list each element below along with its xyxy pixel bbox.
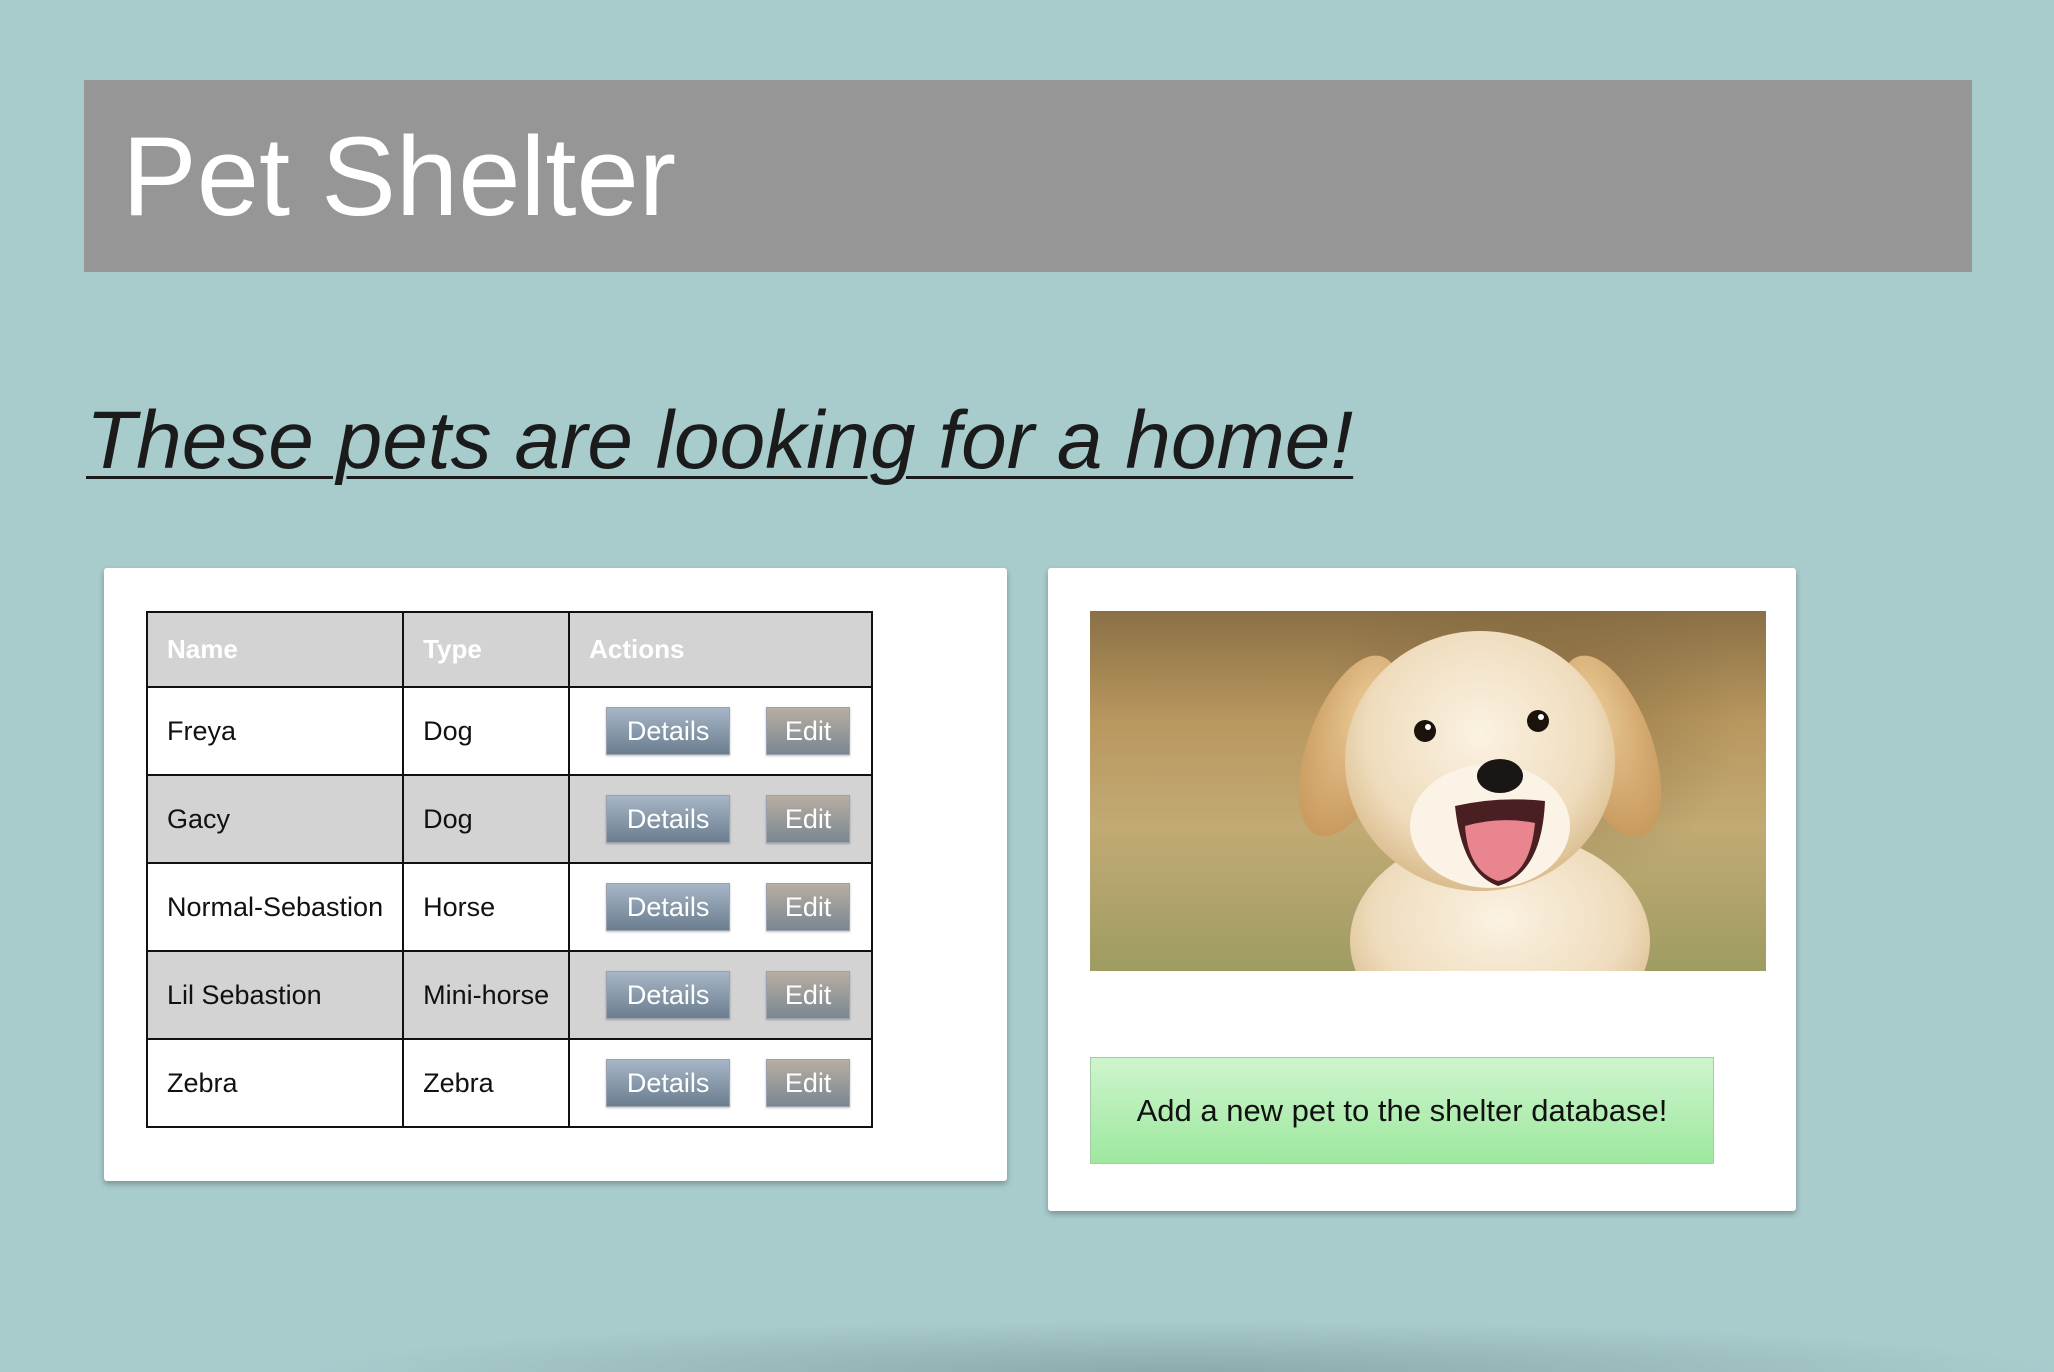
pet-type-cell: Mini-horse bbox=[402, 950, 571, 1040]
pets-table-card: Name Type Actions Freya Dog Details Edit … bbox=[104, 568, 1007, 1181]
details-button[interactable]: Details bbox=[606, 1059, 731, 1107]
table-row: Normal-Sebastion Horse Details Edit bbox=[145, 862, 874, 952]
pet-name-cell: Zebra bbox=[145, 1038, 405, 1128]
edit-button[interactable]: Edit bbox=[766, 971, 851, 1019]
bottom-shadow bbox=[300, 1320, 2054, 1372]
page-title: Pet Shelter bbox=[122, 114, 677, 239]
pet-type-cell: Horse bbox=[402, 862, 571, 952]
column-header-type: Type bbox=[402, 611, 571, 688]
edit-button[interactable]: Edit bbox=[766, 795, 851, 843]
edit-button[interactable]: Edit bbox=[766, 883, 851, 931]
pet-type-cell: Dog bbox=[402, 774, 571, 864]
actions-cell: Details Edit bbox=[568, 686, 874, 776]
pet-name-cell: Freya bbox=[145, 686, 405, 776]
puppy-photo bbox=[1090, 611, 1766, 971]
details-button[interactable]: Details bbox=[606, 971, 731, 1019]
actions-cell: Details Edit bbox=[568, 862, 874, 952]
column-header-actions: Actions bbox=[568, 611, 874, 688]
tagline-heading: These pets are looking for a home! bbox=[86, 395, 1354, 486]
details-button[interactable]: Details bbox=[606, 707, 731, 755]
pet-name-cell: Normal-Sebastion bbox=[145, 862, 405, 952]
featured-pet-card: Add a new pet to the shelter database! bbox=[1048, 568, 1796, 1211]
details-button[interactable]: Details bbox=[606, 795, 731, 843]
add-pet-button[interactable]: Add a new pet to the shelter database! bbox=[1090, 1057, 1714, 1164]
table-header-row: Name Type Actions bbox=[145, 611, 874, 688]
table-row: Lil Sebastion Mini-horse Details Edit bbox=[145, 950, 874, 1040]
details-button[interactable]: Details bbox=[606, 883, 731, 931]
pet-name-cell: Lil Sebastion bbox=[145, 950, 405, 1040]
actions-cell: Details Edit bbox=[568, 950, 874, 1040]
edit-button[interactable]: Edit bbox=[766, 707, 851, 755]
pet-name-cell: Gacy bbox=[145, 774, 405, 864]
actions-cell: Details Edit bbox=[568, 1038, 874, 1128]
column-header-name: Name bbox=[145, 611, 405, 688]
table-row: Zebra Zebra Details Edit bbox=[145, 1038, 874, 1128]
puppy-illustration bbox=[1298, 631, 1662, 971]
pet-type-cell: Dog bbox=[402, 686, 571, 776]
table-row: Gacy Dog Details Edit bbox=[145, 774, 874, 864]
pet-type-cell: Zebra bbox=[402, 1038, 571, 1128]
edit-button[interactable]: Edit bbox=[766, 1059, 851, 1107]
table-row: Freya Dog Details Edit bbox=[145, 686, 874, 776]
pets-table: Name Type Actions Freya Dog Details Edit … bbox=[145, 611, 874, 1128]
actions-cell: Details Edit bbox=[568, 774, 874, 864]
header-bar: Pet Shelter bbox=[84, 80, 1972, 272]
